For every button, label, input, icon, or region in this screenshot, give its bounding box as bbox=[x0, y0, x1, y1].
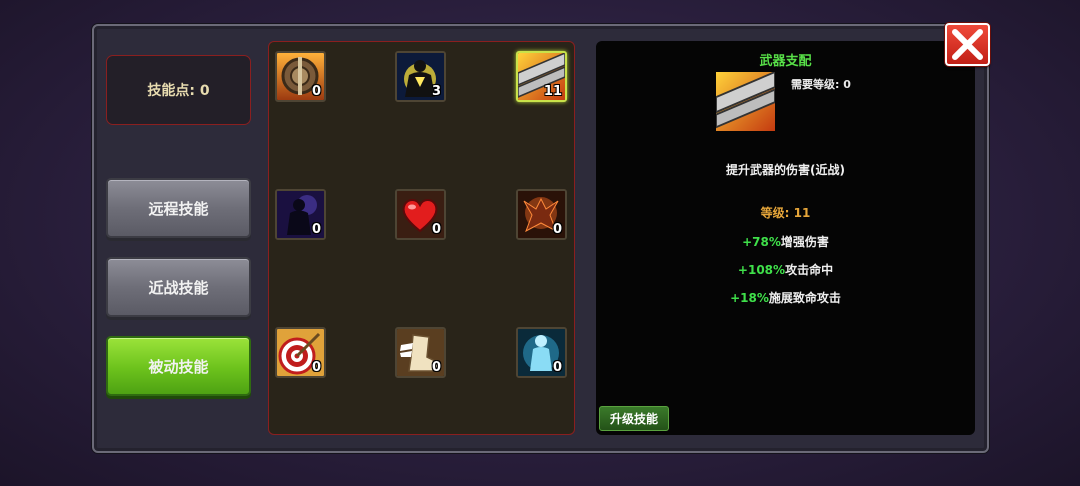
skill-level: 0 bbox=[431, 222, 441, 237]
skill-level: 0 bbox=[311, 84, 321, 99]
level-requirement: 需要等级: 0 bbox=[791, 78, 851, 91]
skill-level: 0 bbox=[431, 360, 441, 375]
upgrade-skill-label: 升级技能 bbox=[609, 412, 658, 426]
ranged-skills-label: 远程技能 bbox=[148, 199, 209, 218]
skill-slot-winged-boot[interactable]: 0 bbox=[395, 327, 446, 378]
stat-line: +18%施展致命攻击 bbox=[596, 289, 975, 306]
skill-level-text: 等级: 11 bbox=[760, 206, 811, 220]
skill-slot-weapon-mastery[interactable]: 11 bbox=[516, 51, 567, 102]
skill-slot-glowing-figure[interactable]: 3 bbox=[395, 51, 446, 102]
close-icon bbox=[952, 29, 983, 60]
stat-percent: +18% bbox=[730, 291, 769, 305]
skill-slot-heart[interactable]: 0 bbox=[395, 189, 446, 240]
skill-points-label: 技能点: 0 bbox=[147, 83, 210, 99]
close-button[interactable] bbox=[945, 23, 990, 66]
skill-slot-target[interactable]: 0 bbox=[275, 327, 326, 378]
melee-skills-label: 近战技能 bbox=[148, 278, 209, 297]
skill-level: 11 bbox=[543, 84, 562, 99]
skill-detail-panel: 武器支配 需要等级: 0 提升武器的伤害(近战) 等级: 11 +78%增强伤害… bbox=[596, 41, 975, 435]
skill-slot-fiery-demon[interactable]: 0 bbox=[516, 189, 567, 240]
skill-points-display: 技能点: 0 bbox=[106, 55, 251, 125]
melee-skills-tab[interactable]: 近战技能 bbox=[106, 257, 251, 317]
stat-text: 增强伤害 bbox=[780, 235, 829, 249]
stat-line: +78%增强伤害 bbox=[596, 233, 975, 250]
skill-slot-blue-aura[interactable]: 0 bbox=[516, 327, 567, 378]
skill-level: 0 bbox=[552, 360, 562, 375]
skill-level: 0 bbox=[311, 222, 321, 237]
skill-level: 0 bbox=[552, 222, 562, 237]
skill-slot-shield[interactable]: 0 bbox=[275, 51, 326, 102]
stat-text: 攻击命中 bbox=[785, 263, 834, 277]
skill-description: 提升武器的伤害(近战) bbox=[726, 163, 845, 177]
stat-percent: +108% bbox=[737, 263, 786, 277]
passive-skills-tab[interactable]: 被动技能 bbox=[106, 336, 251, 396]
upgrade-skill-button[interactable]: 升级技能 bbox=[599, 406, 669, 431]
skill-title: 武器支配 bbox=[759, 54, 812, 69]
stat-percent: +78% bbox=[742, 235, 781, 249]
skill-slot-shadow-figure[interactable]: 0 bbox=[275, 189, 326, 240]
ranged-skills-tab[interactable]: 远程技能 bbox=[106, 178, 251, 238]
skill-level: 0 bbox=[311, 360, 321, 375]
skill-level: 3 bbox=[431, 84, 441, 99]
weapon-mastery-blade-icon bbox=[716, 72, 775, 131]
passive-skills-label: 被动技能 bbox=[148, 357, 209, 376]
stat-line: +108%攻击命中 bbox=[596, 261, 975, 278]
stat-text: 施展致命攻击 bbox=[768, 291, 841, 305]
